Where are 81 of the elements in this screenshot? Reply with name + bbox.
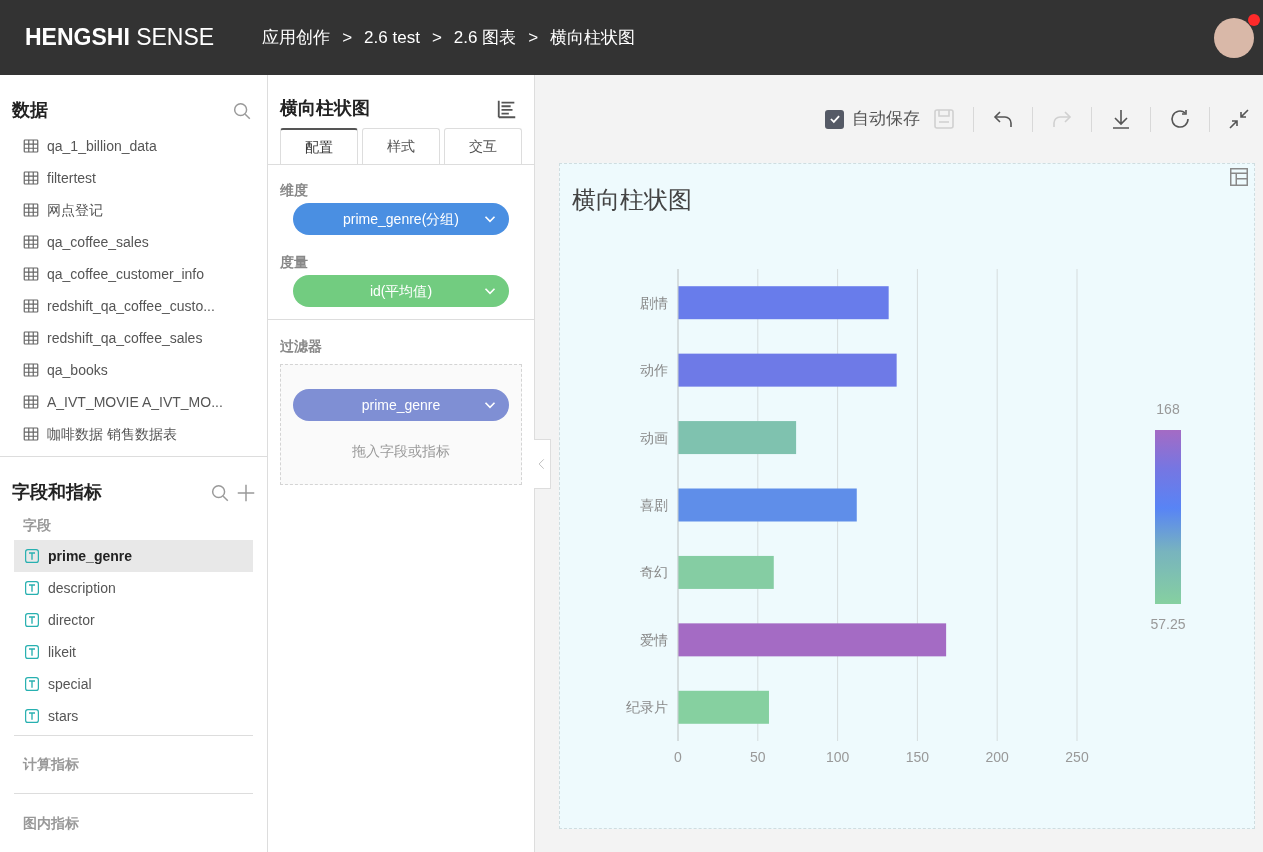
text-field-icon (23, 707, 41, 725)
breadcrumb-item[interactable]: 应用创作 (262, 24, 331, 51)
section-heading: 字段 (22, 515, 52, 535)
dataset-item[interactable]: qa_coffee_customer_info (0, 258, 267, 290)
breadcrumb-separator: > (342, 26, 353, 49)
dataset-item[interactable]: A_IVT_MOVIE A_IVT_MO... (0, 386, 267, 418)
bar[interactable] (678, 353, 897, 387)
bar[interactable] (678, 421, 797, 455)
avatar[interactable] (1214, 17, 1254, 58)
dataset-item[interactable]: qa_books (0, 354, 267, 386)
axis-label: 奇幻 (640, 564, 668, 581)
axis-label: 动作 (640, 362, 668, 379)
dataset-item[interactable]: 咖啡数据 销售数据表 (0, 418, 267, 450)
chart-title: 横向柱状图 (572, 185, 692, 215)
table-icon (22, 137, 40, 155)
table-icon (22, 329, 40, 347)
collapse-icon (1227, 107, 1251, 131)
drop-hint: 拖入字段或指标 (352, 442, 450, 461)
field-item[interactable]: stars (14, 700, 253, 732)
axis-label: 喜剧 (640, 497, 668, 513)
table-icon (22, 361, 40, 379)
breadcrumb-separator: > (431, 26, 442, 49)
dataset-item[interactable]: 网点登记 (0, 194, 267, 226)
table-icon[interactable] (1228, 166, 1250, 188)
autosave-checkbox[interactable]: 自动保存 (825, 106, 920, 132)
bar[interactable] (678, 286, 889, 320)
dataset-item[interactable]: qa_coffee_sales (0, 226, 267, 258)
text-field-icon (23, 547, 41, 565)
table-icon (22, 233, 40, 251)
refresh-icon (1168, 107, 1192, 131)
axis-tick-label: 0 (674, 749, 682, 765)
text-field-icon (23, 611, 41, 629)
breadcrumb-item[interactable]: 2.6 test (364, 24, 420, 51)
table-icon (22, 169, 40, 187)
bar[interactable] (678, 623, 947, 657)
dataset-item[interactable]: qa_1_billion_data (0, 130, 267, 162)
panel-title: 横向柱状图 (280, 97, 370, 120)
table-icon (22, 297, 40, 315)
axis-tick-label: 200 (985, 749, 1009, 765)
breadcrumb-item: 横向柱状图 (550, 26, 636, 49)
table-icon (22, 265, 40, 283)
axis-label: 纪录片 (626, 699, 668, 716)
save-icon (932, 107, 956, 131)
breadcrumb-separator: > (528, 26, 539, 49)
dataset-item[interactable]: redshift_qa_coffee_custo... (0, 290, 267, 322)
collapse-handle[interactable] (534, 439, 551, 489)
axis-label: 动画 (640, 429, 668, 446)
field-item[interactable]: director (14, 604, 253, 636)
tab[interactable]: 样式 (362, 128, 440, 164)
bar[interactable] (678, 690, 769, 724)
tab[interactable]: 配置 (280, 128, 358, 164)
text-field-icon (23, 643, 41, 661)
section-heading: 过滤器 (280, 336, 323, 356)
axis-tick-label: 100 (825, 749, 850, 765)
field-item[interactable]: likeit (14, 636, 253, 668)
axis-tick-label: 150 (905, 749, 930, 765)
panel-title: 字段和指标 (12, 481, 102, 504)
tab[interactable]: 交互 (444, 128, 522, 164)
section-heading: 维度 (280, 180, 309, 200)
field-item[interactable]: special (14, 668, 253, 700)
table-icon (22, 393, 40, 411)
bar[interactable] (678, 488, 857, 522)
axis-label: 爱情 (640, 631, 668, 648)
app-logo[interactable]: HENGSHI SENSE (25, 20, 215, 55)
field-item[interactable]: description (14, 572, 253, 604)
table-icon (22, 201, 40, 219)
section-heading: 度量 (280, 252, 309, 272)
axis-tick-label: 250 (1065, 749, 1089, 765)
legend-min-label: 57.25 (1150, 616, 1186, 632)
bar[interactable] (678, 555, 774, 589)
panel-title: 数据 (12, 99, 48, 122)
dataset-item[interactable]: redshift_qa_coffee_sales (0, 322, 267, 354)
legend-max-label: 168 (1156, 401, 1180, 417)
text-field-icon (23, 579, 41, 597)
breadcrumb-item[interactable]: 2.6 图表 (453, 24, 517, 51)
text-field-icon (23, 675, 41, 693)
dataset-item[interactable]: filtertest (0, 162, 267, 194)
axis-tick-label: 50 (750, 749, 766, 765)
field-item[interactable]: prime_genre (14, 540, 253, 572)
axis-label: 剧情 (640, 294, 668, 311)
table-icon (22, 425, 40, 443)
